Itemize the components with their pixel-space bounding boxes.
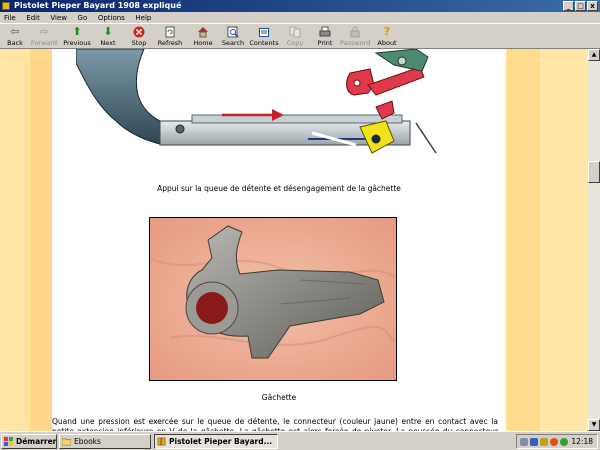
network-icon[interactable] (530, 438, 538, 446)
folder-icon (62, 438, 71, 446)
stop-icon (133, 26, 145, 38)
about-button[interactable]: ? About (372, 25, 402, 49)
up-arrow-icon: ⬆ (72, 25, 82, 38)
down-arrow-icon: ⬇ (103, 25, 113, 38)
update-icon[interactable] (560, 438, 568, 446)
task-pistolet[interactable]: Pistolet Pieper Bayard... (154, 434, 278, 449)
right-margin-band (540, 49, 588, 431)
next-button[interactable]: ⬇ Next (93, 25, 123, 49)
print-icon (319, 26, 331, 38)
windows-logo-icon (4, 437, 13, 446)
left-margin-band (0, 49, 30, 431)
contents-button[interactable]: Contents (249, 25, 279, 49)
minimize-button[interactable]: _ (563, 1, 574, 11)
diagram-caption: Appui sur la queue de détente et désenga… (157, 184, 401, 193)
search-button[interactable]: Search (218, 25, 248, 49)
close-button[interactable]: x (587, 1, 598, 11)
clock: 12:18 (571, 437, 593, 446)
back-arrow-tray-icon[interactable] (520, 438, 528, 446)
print-button[interactable]: Print (310, 25, 340, 49)
right-margin-band-inner (506, 49, 540, 431)
task-pistolet-label: Pistolet Pieper Bayard... (169, 437, 273, 446)
home-button[interactable]: Home (188, 25, 218, 49)
shield-icon[interactable] (540, 438, 548, 446)
copy-button[interactable]: Copy (280, 25, 310, 49)
menu-options[interactable]: Options (98, 14, 125, 22)
password-icon (349, 26, 361, 38)
stop-label: Stop (131, 39, 147, 47)
forward-arrow-icon: ⇨ (39, 25, 49, 38)
system-tray: 12:18 (516, 434, 598, 449)
copy-icon (289, 26, 301, 38)
menu-bar: File Edit View Go Options Help (0, 12, 600, 23)
scroll-up-button[interactable]: ▲ (588, 49, 600, 61)
back-button[interactable]: ⇦ Back (0, 25, 30, 49)
previous-button[interactable]: ⬆ Previous (62, 25, 92, 49)
about-icon: ? (383, 25, 391, 38)
password-label: Password (340, 39, 371, 47)
search-label: Search (221, 39, 245, 47)
refresh-button[interactable]: Refresh (155, 25, 185, 49)
about-label: About (377, 39, 397, 47)
contents-label: Contents (249, 39, 279, 47)
scroll-thumb[interactable] (588, 161, 600, 183)
task-ebooks-label: Ebooks (74, 437, 101, 446)
toolbar: ⇦ Back ⇨ Forward ⬆ Previous ⬇ Next Stop … (0, 23, 600, 49)
home-icon (197, 26, 209, 38)
refresh-label: Refresh (157, 39, 183, 47)
menu-edit[interactable]: Edit (26, 14, 40, 22)
page-body: Appui sur la queue de détente et désenga… (52, 49, 506, 431)
window-controls: _ □ x (563, 1, 598, 11)
vertical-scrollbar[interactable]: ▲ ▼ (588, 49, 600, 431)
app-icon (2, 2, 10, 10)
print-label: Print (317, 39, 333, 47)
contents-icon (258, 26, 270, 38)
next-label: Next (100, 39, 116, 47)
forward-label: Forward (30, 39, 58, 47)
start-label: Démarrer (16, 437, 57, 446)
sear-photo-image (150, 218, 396, 380)
refresh-icon (164, 26, 176, 38)
back-label: Back (7, 39, 23, 47)
scroll-down-button[interactable]: ▼ (588, 419, 600, 431)
menu-help[interactable]: Help (135, 14, 151, 22)
menu-file[interactable]: File (4, 14, 16, 22)
task-ebooks[interactable]: Ebooks (59, 434, 151, 449)
window-title: Pistolet Pieper Bayard 1908 expliqué (14, 1, 182, 10)
menu-go[interactable]: Go (78, 14, 88, 22)
menu-view[interactable]: View (50, 14, 67, 22)
title-bar: Pistolet Pieper Bayard 1908 expliqué _ □… (0, 0, 600, 12)
trigger-mechanism-diagram (76, 49, 437, 154)
photo-caption: Gâchette (261, 393, 297, 402)
firefox-icon[interactable] (550, 438, 558, 446)
previous-label: Previous (63, 39, 91, 47)
left-margin-band-inner (30, 49, 52, 431)
maximize-button[interactable]: □ (575, 1, 586, 11)
password-button[interactable]: Password (340, 25, 370, 49)
body-paragraph: Quand une pression est exercée sur le qu… (52, 417, 498, 431)
help-book-icon (157, 437, 166, 446)
search-icon (227, 26, 239, 38)
start-button[interactable]: Démarrer (1, 434, 57, 449)
taskbar: Démarrer Ebooks Pistolet Pieper Bayard..… (0, 431, 600, 450)
back-arrow-icon: ⇦ (10, 25, 20, 38)
copy-label: Copy (286, 39, 304, 47)
forward-button[interactable]: ⇨ Forward (29, 25, 59, 49)
content-area[interactable]: Appui sur la queue de détente et désenga… (0, 49, 588, 431)
home-label: Home (193, 39, 213, 47)
sear-photo (149, 217, 397, 381)
stop-button[interactable]: Stop (124, 25, 154, 49)
